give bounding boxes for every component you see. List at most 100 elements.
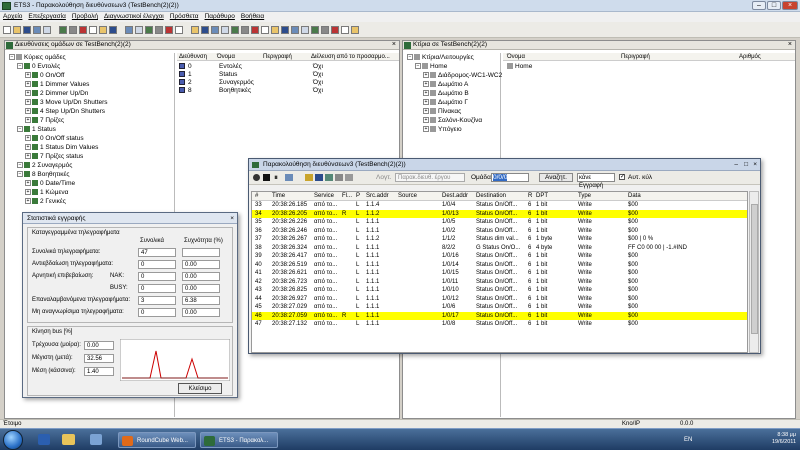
menu-item[interactable]: Αρχείο bbox=[0, 12, 25, 21]
undo-icon[interactable] bbox=[241, 26, 249, 34]
maximize-icon[interactable]: □ bbox=[744, 159, 748, 171]
language-indicator[interactable]: EN bbox=[684, 437, 692, 443]
help-icon[interactable] bbox=[331, 26, 339, 34]
expand-icon[interactable]: − bbox=[17, 126, 23, 133]
options-icon[interactable] bbox=[325, 174, 333, 181]
tree-node-group[interactable]: +1 Status Dim Values bbox=[25, 143, 98, 152]
expand-icon[interactable]: + bbox=[25, 117, 31, 124]
copy-icon[interactable] bbox=[43, 26, 51, 34]
redo-icon[interactable] bbox=[79, 26, 87, 34]
tree-node-group[interactable]: +0 On/Off status bbox=[25, 134, 84, 143]
group-address-icon[interactable] bbox=[135, 26, 143, 34]
new-icon[interactable] bbox=[175, 26, 183, 34]
explorer-icon[interactable] bbox=[62, 434, 75, 445]
column-header[interactable]: Data bbox=[628, 192, 641, 201]
tree-node-group[interactable]: − 0 Εντολές bbox=[17, 62, 60, 71]
taskbar-roundcube[interactable]: RoundCube Web... bbox=[118, 432, 196, 448]
list-row[interactable]: 8 Βοηθητικές Όχι bbox=[179, 86, 399, 95]
tree-node-building[interactable]: + Υπόγειο bbox=[423, 125, 462, 134]
group-address-input[interactable]: 0/0/0 bbox=[491, 173, 529, 182]
pause-icon[interactable]: ⏸ bbox=[274, 173, 278, 183]
print-icon[interactable] bbox=[261, 26, 269, 34]
close-icon[interactable]: × bbox=[753, 159, 757, 171]
monitor-icon[interactable] bbox=[145, 26, 153, 34]
column-description[interactable]: Περιγραφή bbox=[263, 53, 292, 61]
topology-icon[interactable] bbox=[109, 26, 117, 34]
auto-scroll-checkbox[interactable]: ✓ bbox=[619, 174, 625, 180]
close-button[interactable]: × bbox=[782, 1, 798, 10]
tree-node-group[interactable]: +0 On/Off bbox=[25, 71, 64, 80]
open-icon[interactable] bbox=[13, 26, 21, 34]
expand-icon[interactable]: + bbox=[25, 180, 31, 187]
topology-icon[interactable] bbox=[281, 26, 289, 34]
tree-node-building[interactable]: + Δωμάτιο Α bbox=[423, 80, 468, 89]
tree-node-group[interactable]: +4 Step Up/Dn Shutters bbox=[25, 107, 105, 116]
telegram-row[interactable]: 47 20:38:27.132 από το... L 1.1.1 1/0/8 Status… bbox=[252, 320, 747, 329]
menu-item[interactable]: Πρόσθετα bbox=[167, 12, 202, 21]
expand-icon[interactable]: − bbox=[415, 63, 421, 70]
tree-node-group[interactable]: − 1 Status bbox=[17, 125, 56, 134]
cut-icon[interactable] bbox=[33, 26, 41, 34]
tree-node-building[interactable]: + Διάδρομος-WC1-WC2 bbox=[423, 71, 502, 80]
telegram-row[interactable]: 43 20:38:26.825 από το... L 1.1.1 1/0/10 Statu… bbox=[252, 286, 747, 295]
grid-scrollbar[interactable] bbox=[749, 191, 759, 353]
column-header[interactable]: Destination bbox=[476, 192, 506, 201]
buildings-icon[interactable] bbox=[125, 26, 133, 34]
telegram-row[interactable]: 38 20:38:26.324 από το... L 1.1.1 8/2/2 G Stat… bbox=[252, 244, 747, 253]
expand-icon[interactable]: + bbox=[25, 135, 31, 142]
tree-node-group[interactable]: − 2 Συναγερμός bbox=[17, 161, 72, 170]
telegram-row[interactable]: 42 20:38:26.723 από το... L 1.1.1 1/0/11 Statu… bbox=[252, 278, 747, 287]
filter-select[interactable]: Παρακ.διευθ. έργου bbox=[395, 173, 465, 182]
telegram-row[interactable]: 36 20:38:26.246 από το... L 1.1.1 1/0/2 Status… bbox=[252, 227, 747, 236]
column-number[interactable]: Αριθμός bbox=[739, 53, 761, 61]
start-button[interactable] bbox=[3, 430, 23, 450]
media-icon[interactable] bbox=[90, 434, 102, 445]
expand-icon[interactable]: − bbox=[17, 162, 23, 169]
expand-icon[interactable]: + bbox=[423, 72, 429, 79]
save-icon[interactable] bbox=[23, 26, 31, 34]
menu-item[interactable]: Βοήθεια bbox=[238, 12, 267, 21]
tree-node-building[interactable]: + Δωμάτιο Β bbox=[423, 89, 469, 98]
expand-icon[interactable]: + bbox=[25, 99, 31, 106]
telegram-row[interactable]: 40 20:38:26.519 από το... L 1.1.1 1/0/14 Statu… bbox=[252, 261, 747, 270]
tree-node-group[interactable]: +0 Date/Time bbox=[25, 179, 75, 188]
open-icon[interactable] bbox=[191, 26, 199, 34]
tree-node-building[interactable]: + Σαλόνι-Κουζίνα bbox=[423, 116, 482, 125]
telegram-row[interactable]: 44 20:38:26.927 από το... L 1.1.1 1/0/12 Statu… bbox=[252, 295, 747, 304]
ie-icon[interactable] bbox=[38, 434, 50, 445]
catalog-icon[interactable] bbox=[99, 26, 107, 34]
column-header[interactable]: # bbox=[255, 192, 258, 201]
help-icon[interactable] bbox=[165, 26, 173, 34]
redo-icon[interactable] bbox=[251, 26, 259, 34]
tree-node-group[interactable]: +1 Κώμενα bbox=[25, 188, 68, 197]
telegram-row[interactable]: 39 20:38:26.417 από το... L 1.1.1 1/0/16 Statu… bbox=[252, 252, 747, 261]
cut-icon[interactable] bbox=[211, 26, 219, 34]
expand-icon[interactable]: + bbox=[25, 198, 31, 205]
column-header[interactable]: R bbox=[528, 192, 532, 201]
statistics-icon[interactable] bbox=[335, 174, 343, 181]
tree-node-group[interactable]: − 8 Βοηθητικές bbox=[17, 170, 70, 179]
taskbar-ets3[interactable]: ETS3 - Παρακολ... bbox=[200, 432, 278, 448]
expand-icon[interactable]: + bbox=[25, 81, 31, 88]
diagnostics-icon[interactable] bbox=[155, 26, 163, 34]
column-header[interactable]: DPT bbox=[536, 192, 548, 201]
expand-icon[interactable]: − bbox=[17, 171, 23, 178]
search-button[interactable]: Αναζητ. bbox=[539, 173, 573, 182]
telegram-row[interactable]: 33 20:38:26.185 από το... L 1.1.4 1/0/4 Status… bbox=[252, 201, 747, 210]
paste-icon[interactable] bbox=[59, 26, 67, 34]
tree-node-group[interactable]: +1 Dimmer Values bbox=[25, 80, 89, 89]
menu-item[interactable]: Επεξεργασία bbox=[25, 12, 68, 21]
column-header[interactable]: P bbox=[356, 192, 360, 201]
column-header[interactable]: Fl... bbox=[342, 192, 352, 201]
tree-node-group[interactable]: − Κύριες ομάδες bbox=[9, 53, 66, 62]
tree-node-building[interactable]: − Κτίρια/Λειτουργίες bbox=[407, 53, 474, 62]
telegram-row[interactable]: 45 20:38:27.029 από το... L 1.1.1 1/0/6 Status… bbox=[252, 303, 747, 312]
expand-icon[interactable]: + bbox=[25, 144, 31, 151]
catalog-icon[interactable] bbox=[271, 26, 279, 34]
paste-icon[interactable] bbox=[231, 26, 239, 34]
column-header[interactable]: Type bbox=[578, 192, 591, 201]
tree-node-group[interactable]: +2 Γενικές bbox=[25, 197, 66, 206]
write-value-select[interactable]: κάνε Εγγραφή bbox=[577, 173, 615, 189]
column-pass-through[interactable]: Διέλευση από το προσαρμο... bbox=[311, 53, 390, 61]
column-address[interactable]: Διεύθυνση bbox=[179, 53, 207, 61]
